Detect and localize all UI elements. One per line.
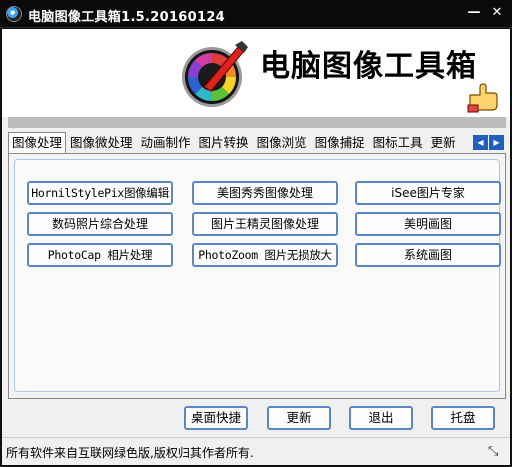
app-button-meitu[interactable]: 美图秀秀图像处理 xyxy=(192,181,338,205)
app-button-meiming-paint[interactable]: 美明画图 xyxy=(355,212,501,236)
client-area: 电脑图像工具箱 图像处理 图像微处理 动画制作 图片转换 图像浏览 图像捕捉 图标工具 更新 … xyxy=(2,29,510,465)
app-grid: HornilStylePix图像编辑 美图秀秀图像处理 iSee图片专家 数码照… xyxy=(14,159,501,392)
tab-image-capture[interactable]: 图像捕捉 xyxy=(311,132,369,152)
status-text: 所有软件来自互联网绿色版,版权归其作者所有. xyxy=(6,446,254,460)
tab-image-browse[interactable]: 图像浏览 xyxy=(253,132,311,152)
close-button[interactable]: ✕ xyxy=(489,5,505,21)
tab-scroll-left-icon[interactable]: ◀ xyxy=(473,135,488,150)
minimize-button[interactable]: — xyxy=(466,5,482,21)
app-icon xyxy=(6,6,22,22)
tab-icon-tools[interactable]: 图标工具 xyxy=(369,132,427,152)
tab-scroll-right-icon[interactable]: ▶ xyxy=(489,135,504,150)
tab-update[interactable]: 更新 xyxy=(427,132,460,152)
status-bar: 所有软件来自互联网绿色版,版权归其作者所有. ⤡ xyxy=(2,437,510,465)
pointing-hand-icon xyxy=(467,83,498,113)
app-button-hornilstylepix[interactable]: HornilStylePix图像编辑 xyxy=(27,181,173,205)
color-picker-logo-icon xyxy=(182,41,248,107)
tab-image-micro[interactable]: 图像微处理 xyxy=(66,132,137,152)
tab-image-processing[interactable]: 图像处理 xyxy=(8,132,67,154)
banner: 电脑图像工具箱 xyxy=(2,29,510,117)
title-bar[interactable]: 电脑图像工具箱1.5.20160124 — ✕ xyxy=(0,0,512,28)
app-button-system-paint[interactable]: 系统画图 xyxy=(355,243,501,267)
app-button-digital-photo[interactable]: 数码照片综合处理 xyxy=(27,212,173,236)
resize-grip-icon[interactable]: ⤡ xyxy=(488,444,498,459)
tray-button[interactable]: 托盘 xyxy=(431,406,495,430)
app-button-picture-king[interactable]: 图片王精灵图像处理 xyxy=(192,212,338,236)
window-title: 电脑图像工具箱1.5.20160124 xyxy=(28,10,226,25)
tab-panel: HornilStylePix图像编辑 美图秀秀图像处理 iSee图片专家 数码照… xyxy=(8,153,506,399)
header-divider xyxy=(8,117,506,128)
app-window: 电脑图像工具箱1.5.20160124 — ✕ 电脑图像工具箱 图像处理 图像微… xyxy=(0,0,512,467)
tab-animation[interactable]: 动画制作 xyxy=(137,132,195,152)
app-button-isee[interactable]: iSee图片专家 xyxy=(355,181,501,205)
exit-button[interactable]: 退出 xyxy=(349,406,413,430)
app-button-photozoom[interactable]: PhotoZoom 图片无损放大 xyxy=(192,243,338,267)
app-button-photocap[interactable]: PhotoCap 相片处理 xyxy=(27,243,173,267)
banner-title: 电脑图像工具箱 xyxy=(260,49,477,84)
update-button[interactable]: 更新 xyxy=(267,406,331,430)
category-tabs: 图像处理 图像微处理 动画制作 图片转换 图像浏览 图像捕捉 图标工具 更新 xyxy=(8,132,476,154)
tab-image-convert[interactable]: 图片转换 xyxy=(195,132,253,152)
desktop-shortcut-button[interactable]: 桌面快捷 xyxy=(184,406,248,430)
